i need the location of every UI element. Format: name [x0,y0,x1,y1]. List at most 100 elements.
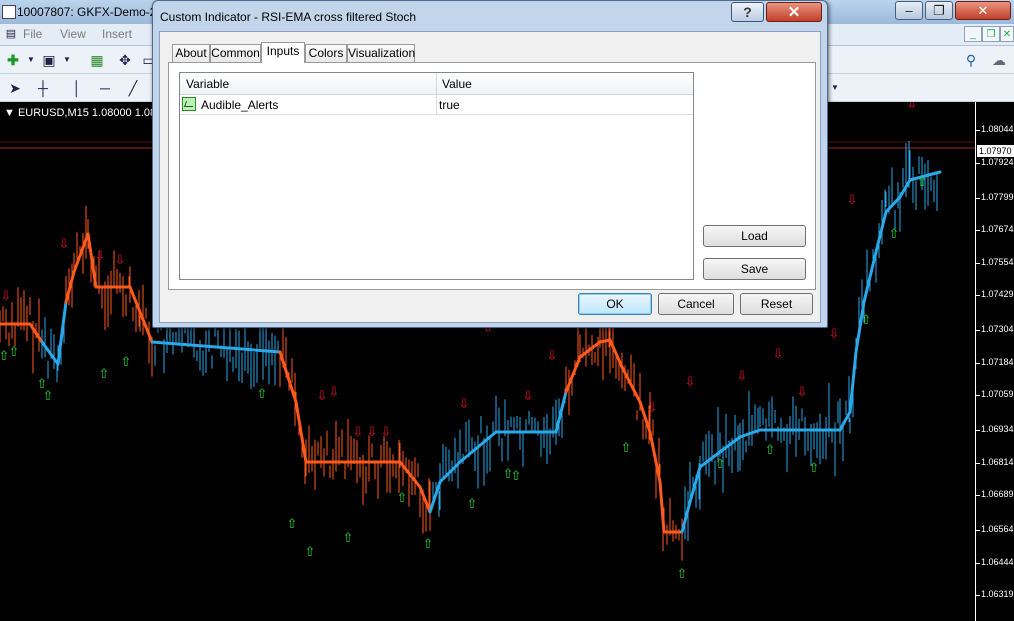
signal-line-segment [862,250,878,304]
signal-line-segment [598,338,612,344]
document-icon: ▤ [5,28,17,40]
buy-signal-arrow: ⇧ [889,227,900,242]
tab-common[interactable]: Common [210,44,261,62]
horizontal-line-icon[interactable]: ─ [96,79,114,97]
zoom-search-icon[interactable]: ⚲ [962,51,980,69]
profiles-icon[interactable]: ▣ [40,51,58,69]
tab-inputs[interactable]: Inputs [261,42,305,63]
market-watch-icon[interactable]: ▦ [88,51,106,69]
sell-signal-arrow: ⇩ [381,425,392,440]
sell-signal-arrow: ⇩ [1,289,12,304]
signal-line-segment [658,480,666,534]
vertical-line-icon[interactable]: │ [68,79,86,97]
table-row[interactable]: Audible_Alerts true [180,95,693,115]
column-header-variable[interactable]: Variable [186,77,229,91]
signal-line-segment [56,300,68,366]
buy-signal-arrow: ⇧ [677,567,688,582]
dialog-close-button[interactable]: ✕ [766,2,822,22]
buy-signal-arrow: ⇧ [305,545,316,560]
symbol-label: ▼ EURUSD,M15 1.08000 1.08000 [4,107,175,119]
buy-signal-arrow: ⇧ [99,367,110,382]
price-tick: 1.08044 [976,124,1014,134]
variable-cell: Audible_Alerts [201,98,279,112]
dialog-title: Custom Indicator - RSI-EMA cross filtere… [160,10,417,24]
mdi-minimize-button[interactable]: _ [964,26,982,42]
buy-signal-arrow: ⇧ [861,313,872,328]
price-tick: 1.07799 [976,192,1014,202]
dialog-body: About Common Inputs Colors Visualization… [159,31,821,323]
parameter-icon [182,97,196,111]
reset-button[interactable]: Reset [740,293,813,315]
buy-signal-arrow: ⇧ [397,491,408,506]
buy-signal-arrow: ⇧ [809,461,820,476]
tab-about[interactable]: About [172,44,210,62]
signal-line-segment [150,340,282,354]
buy-signal-arrow: ⇧ [917,175,928,190]
sell-signal-arrow: ⇩ [847,193,858,208]
signal-line-segment [294,400,308,464]
price-tick: 1.07554 [976,257,1014,267]
signal-line-segment [40,340,60,366]
sell-signal-arrow: ⇩ [353,425,364,440]
new-chart-icon[interactable]: ✚ [4,51,22,69]
navigator-icon[interactable]: ✥ [116,51,134,69]
mdi-close-button[interactable]: ✕ [1000,26,1014,42]
crosshair-icon[interactable]: ┼ [34,79,52,97]
main-window-title: 10007807: GKFX-Demo-2 [17,5,157,19]
sell-signal-arrow: ⇩ [367,425,378,440]
ok-button[interactable]: OK [578,293,652,315]
tab-colors[interactable]: Colors [305,44,347,62]
mdi-restore-button[interactable]: ❐ [982,26,1000,42]
sell-signal-arrow: ⇩ [523,389,534,404]
cancel-button[interactable]: Cancel [658,293,734,315]
sell-signal-arrow: ⇩ [329,385,340,400]
sell-signal-arrow: ⇩ [797,385,808,400]
price-tick: 1.07304 [976,324,1014,334]
chat-icon[interactable]: ☁ [990,51,1008,69]
column-header-value[interactable]: Value [442,77,472,91]
buy-signal-arrow: ⇧ [467,497,478,512]
trendline-icon[interactable]: ╱ [124,79,142,97]
tab-visualization[interactable]: Visualization [347,44,415,62]
price-tick: 1.07184 [976,357,1014,367]
buy-signal-arrow: ⇧ [511,469,522,484]
dropdown-icon[interactable]: ▼ [22,51,40,69]
signal-line-segment [554,390,568,434]
menu-insert[interactable]: Insert [102,27,132,41]
help-button[interactable]: ? [731,2,764,22]
signal-line-segment [718,435,742,454]
signal-line-segment [278,350,298,404]
inputs-panel: Variable Value Audible_Alerts true Load … [168,62,816,290]
price-tick: 1.07924 [976,157,1014,167]
dropdown-icon-2[interactable]: ▼ [58,51,76,69]
value-cell[interactable]: true [439,98,460,112]
buy-signal-arrow: ⇧ [121,355,132,370]
menu-file[interactable]: File [23,27,42,41]
signal-line-segment [874,210,888,254]
buy-signal-arrow: ⇧ [423,537,434,552]
sell-signal-arrow: ⇩ [829,327,840,342]
app-icon [2,5,16,19]
cursor-icon[interactable]: ➤ [6,79,24,97]
signal-line-segment [64,270,76,304]
buy-signal-arrow: ⇧ [43,389,54,404]
menu-view[interactable]: View [60,27,86,41]
sell-signal-arrow: ⇩ [737,369,748,384]
main-close-button[interactable]: ✕ [955,1,1011,20]
buy-signal-arrow: ⇧ [287,517,298,532]
cell-separator [436,95,437,115]
buy-signal-arrow: ⇧ [343,531,354,546]
minimize-button[interactable]: – [895,1,923,20]
more-tools-icon[interactable]: ▼ [826,79,844,97]
current-price-label: 1.07970 [977,145,1014,157]
price-tick: 1.06689 [976,489,1014,499]
sell-signal-arrow: ⇩ [773,347,784,362]
sell-signal-arrow: ⇩ [317,389,328,404]
maximize-button[interactable]: ❐ [925,1,953,20]
load-button[interactable]: Load [703,225,806,247]
save-button[interactable]: Save [703,258,806,280]
buy-signal-arrow: ⇧ [765,443,776,458]
price-tick: 1.07059 [976,389,1014,399]
buy-signal-arrow: ⇧ [621,441,632,456]
column-separator[interactable] [436,73,437,95]
